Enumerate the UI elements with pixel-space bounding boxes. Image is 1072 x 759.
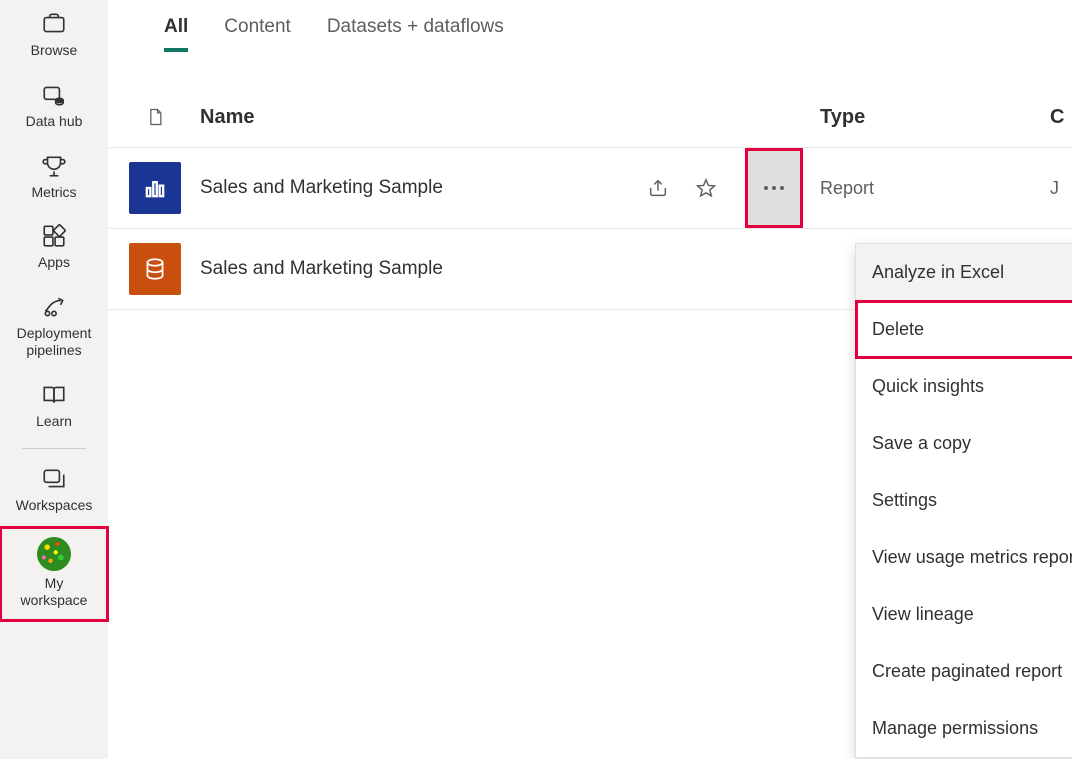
- menu-item-save-a-copy[interactable]: Save a copy: [856, 415, 1072, 472]
- column-header-last[interactable]: C: [1050, 106, 1064, 128]
- sidebar-item-label: Learn: [36, 413, 72, 430]
- menu-item-view-usage-metrics[interactable]: View usage metrics report: [856, 529, 1072, 586]
- column-header-icon[interactable]: [120, 105, 190, 129]
- sidebar-item-label: Browse: [31, 42, 78, 59]
- report-icon: [129, 162, 181, 214]
- learn-icon: [40, 381, 68, 409]
- sidebar-item-deployment-pipelines[interactable]: Deployment pipelines: [0, 283, 108, 371]
- tab-all[interactable]: All: [164, 16, 188, 52]
- favorite-icon[interactable]: [692, 174, 720, 202]
- sidebar-item-label: Apps: [38, 254, 70, 271]
- item-name: Sales and Marketing Sample: [200, 177, 443, 198]
- sidebar-divider: [22, 448, 87, 449]
- item-name: Sales and Marketing Sample: [200, 258, 443, 279]
- deployment-pipelines-icon: [40, 293, 68, 321]
- workspace-avatar-icon: [37, 537, 71, 571]
- sidebar-item-label: Workspaces: [16, 497, 93, 514]
- apps-icon: [40, 222, 68, 250]
- sidebar-item-data-hub[interactable]: Data hub: [0, 71, 108, 142]
- metrics-icon: [40, 152, 68, 180]
- sidebar-item-label: My workspace: [21, 575, 88, 609]
- item-type: Report: [820, 178, 874, 198]
- workspaces-icon: [40, 465, 68, 493]
- menu-item-settings[interactable]: Settings: [856, 472, 1072, 529]
- menu-item-manage-permissions[interactable]: Manage permissions: [856, 700, 1072, 757]
- share-icon[interactable]: [644, 174, 672, 202]
- tab-datasets-dataflows[interactable]: Datasets + dataflows: [327, 16, 504, 52]
- sidebar-item-label: Metrics: [31, 184, 76, 201]
- menu-item-delete[interactable]: Delete: [856, 301, 1072, 358]
- dataset-icon: [129, 243, 181, 295]
- sidebar-item-workspaces[interactable]: Workspaces: [0, 455, 108, 526]
- context-menu: Analyze in Excel Delete Quick insights S…: [855, 243, 1072, 758]
- data-hub-icon: [40, 81, 68, 109]
- tab-content[interactable]: Content: [224, 16, 291, 52]
- menu-item-quick-insights[interactable]: Quick insights: [856, 358, 1072, 415]
- menu-item-create-paginated-report[interactable]: Create paginated report: [856, 643, 1072, 700]
- list-header-row: Name Type C: [108, 93, 1072, 148]
- left-nav-sidebar: Browse Data hub Metrics: [0, 0, 108, 759]
- tabs-bar: All Content Datasets + dataflows: [108, 0, 1072, 53]
- column-header-type[interactable]: Type: [820, 106, 865, 128]
- sidebar-item-label: Deployment pipelines: [17, 325, 92, 359]
- more-options-button[interactable]: [748, 151, 800, 225]
- main-content: All Content Datasets + dataflows Name Ty…: [108, 0, 1072, 759]
- column-header-name[interactable]: Name: [200, 106, 254, 128]
- menu-item-analyze-in-excel[interactable]: Analyze in Excel: [856, 244, 1072, 301]
- sidebar-item-learn[interactable]: Learn: [0, 371, 108, 442]
- sidebar-item-metrics[interactable]: Metrics: [0, 142, 108, 213]
- ellipsis-icon: [764, 186, 784, 190]
- row-actions: [644, 165, 800, 211]
- item-last-col: J: [1050, 178, 1059, 198]
- app-root: Browse Data hub Metrics: [0, 0, 1072, 759]
- sidebar-item-label: Data hub: [26, 113, 83, 130]
- menu-item-view-lineage[interactable]: View lineage: [856, 586, 1072, 643]
- sidebar-item-my-workspace[interactable]: My workspace: [0, 527, 108, 621]
- sidebar-item-apps[interactable]: Apps: [0, 212, 108, 283]
- table-row[interactable]: Sales and Marketing Sample: [108, 148, 1072, 229]
- browse-icon: [40, 10, 68, 38]
- sidebar-item-browse[interactable]: Browse: [0, 0, 108, 71]
